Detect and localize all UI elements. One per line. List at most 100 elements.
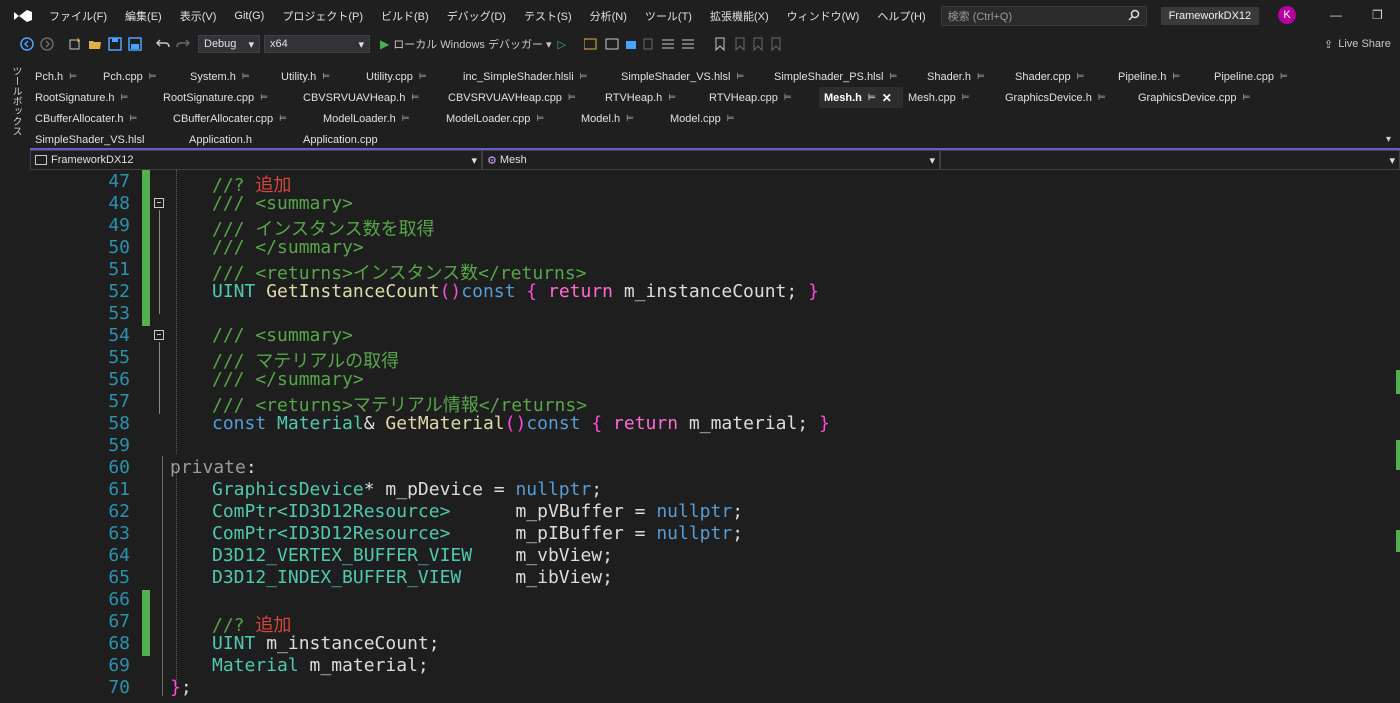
pin-icon[interactable]: ⊨ (626, 113, 634, 124)
pin-icon[interactable]: ⊨ (580, 71, 588, 82)
avatar[interactable]: K (1278, 6, 1296, 24)
menu-help[interactable]: ヘルプ(H) (868, 8, 934, 24)
pin-icon[interactable]: ⊨ (129, 113, 137, 124)
tab-cbvsrvuavheap-h[interactable]: CBVSRVUAVHeap.h ⊨ (298, 87, 443, 108)
pin-icon[interactable]: ⊨ (736, 71, 744, 82)
code-editor[interactable]: 47 48 49 50 51 52 53 54 55 56 57 58 59 6… (30, 170, 1398, 703)
pin-icon[interactable]: ⊨ (784, 92, 792, 103)
minimize-button[interactable]: — (1330, 8, 1342, 22)
pin-icon[interactable]: ⊨ (1242, 92, 1250, 103)
tab-cbufferallocater-cpp[interactable]: CBufferAllocater.cpp ⊨ (168, 108, 318, 129)
pin-icon[interactable]: ⊨ (279, 113, 287, 124)
pin-icon[interactable]: ⊨ (868, 92, 876, 103)
pin-icon[interactable]: ⊨ (402, 113, 410, 124)
menu-edit[interactable]: 編集(E) (116, 8, 171, 24)
menu-project[interactable]: プロジェクト(P) (273, 8, 372, 24)
pin-icon[interactable]: ⊨ (1077, 71, 1085, 82)
pin-icon[interactable]: ⊨ (1280, 71, 1288, 82)
save-icon[interactable] (108, 37, 122, 51)
menu-analyze[interactable]: 分析(N) (581, 8, 636, 24)
undo-icon[interactable] (156, 37, 170, 51)
menu-git[interactable]: Git(G) (225, 10, 273, 22)
pin-icon[interactable]: ⊨ (668, 92, 676, 103)
platform-select[interactable]: x64 ▾ (264, 35, 370, 53)
menu-window[interactable]: ウィンドウ(W) (778, 8, 869, 24)
pin-icon[interactable]: ⊨ (411, 92, 419, 103)
close-icon[interactable]: ✕ (882, 91, 892, 105)
tab-utility-h[interactable]: Utility.h ⊨ (276, 66, 361, 87)
tab-model-cpp[interactable]: Model.cpp ⊨ (665, 108, 765, 129)
search-input[interactable]: 検索 (Ctrl+Q) (940, 6, 1147, 26)
tab-modelloader-cpp[interactable]: ModelLoader.cpp ⊨ (441, 108, 576, 129)
tab-simpleshader-ps[interactable]: SimpleShader_PS.hlsl ⊨ (769, 66, 922, 87)
open-folder-icon[interactable] (88, 37, 102, 51)
restore-button[interactable]: ❐ (1372, 8, 1383, 22)
pin-icon[interactable]: ⊨ (149, 71, 157, 82)
tab-pch-cpp[interactable]: Pch.cpp ⊨ (98, 66, 185, 87)
tab-shader-h[interactable]: Shader.h ⊨ (922, 66, 1010, 87)
pin-icon[interactable]: ⊨ (889, 71, 897, 82)
pin-icon[interactable]: ⊨ (1172, 71, 1180, 82)
pin-icon[interactable]: ⊨ (536, 113, 544, 124)
tab-overflow-chevron-icon[interactable]: ▾ (1386, 134, 1391, 145)
scope-select[interactable]: ⚙ Mesh ▾ (482, 150, 940, 170)
forward-icon[interactable] (40, 37, 54, 51)
member-select[interactable]: ▾ (940, 150, 1400, 170)
pin-icon[interactable]: ⊨ (1098, 92, 1106, 103)
vertical-scrollbar[interactable] (1396, 170, 1400, 703)
tab-rootsignature-cpp[interactable]: RootSignature.cpp ⊨ (158, 87, 298, 108)
tab-pch-h[interactable]: Pch.h ⊨ (30, 66, 98, 87)
back-icon[interactable] (20, 37, 34, 51)
toolbox-tab[interactable]: ツールボックス (8, 66, 23, 136)
pin-icon[interactable]: ⊨ (568, 92, 576, 103)
menu-build[interactable]: ビルド(B) (372, 8, 438, 24)
pin-icon[interactable]: ⊨ (727, 113, 735, 124)
tab-shader-cpp[interactable]: Shader.cpp ⊨ (1010, 66, 1113, 87)
tab-mesh-h[interactable]: Mesh.h ⊨ ✕ (819, 87, 903, 108)
menu-extensions[interactable]: 拡張機能(X) (701, 8, 778, 24)
live-share-button[interactable]: ⇪ Live Share (1324, 38, 1391, 51)
menu-debug[interactable]: デバッグ(D) (438, 8, 515, 24)
menu-tools[interactable]: ツール(T) (636, 8, 701, 24)
collapse-icon[interactable] (154, 198, 164, 208)
pin-icon[interactable]: ⊨ (121, 92, 129, 103)
toolbar-icon-group[interactable] (583, 37, 704, 51)
pin-icon[interactable]: ⊨ (962, 92, 970, 103)
menu-file[interactable]: ファイル(F) (40, 8, 116, 24)
pin-icon[interactable]: ⊨ (242, 71, 250, 82)
tab-graphicsdevice-cpp[interactable]: GraphicsDevice.cpp ⊨ (1133, 87, 1278, 108)
collapse-icon[interactable] (154, 330, 164, 340)
tab-cbvsrvuavheap-cpp[interactable]: CBVSRVUAVHeap.cpp ⊨ (443, 87, 600, 108)
pin-icon[interactable]: ⊨ (977, 71, 985, 82)
new-project-icon[interactable] (68, 37, 82, 51)
tab-mesh-cpp[interactable]: Mesh.cpp ⊨ (903, 87, 1000, 108)
tab-pipeline-h[interactable]: Pipeline.h ⊨ (1113, 66, 1209, 87)
visual-studio-logo-icon[interactable] (12, 7, 34, 25)
tab-rootsignature-h[interactable]: RootSignature.h ⊨ (30, 87, 158, 108)
tab-rtvheap-cpp[interactable]: RTVHeap.cpp ⊨ (704, 87, 819, 108)
project-select[interactable]: FrameworkDX12 ▾ (30, 150, 482, 170)
redo-icon[interactable] (176, 37, 190, 51)
tab-application-h[interactable]: Application.h (184, 129, 298, 150)
menu-test[interactable]: テスト(S) (515, 8, 581, 24)
tab-rtvheap-h[interactable]: RTVHeap.h ⊨ (600, 87, 704, 108)
pin-icon[interactable]: ⊨ (322, 71, 330, 82)
pin-icon[interactable]: ⊨ (69, 71, 77, 82)
tab-cbufferallocater-h[interactable]: CBufferAllocater.h ⊨ (30, 108, 168, 129)
tab-model-h[interactable]: Model.h ⊨ (576, 108, 665, 129)
tab-utility-cpp[interactable]: Utility.cpp ⊨ (361, 66, 458, 87)
tab-simpleshader-vs[interactable]: SimpleShader_VS.hlsl ⊨ (616, 66, 769, 87)
tab-simpleshader-vs-preview[interactable]: SimpleShader_VS.hlsl (30, 129, 184, 150)
configuration-select[interactable]: Debug ▾ (198, 35, 260, 53)
tab-modelloader-h[interactable]: ModelLoader.h ⊨ (318, 108, 441, 129)
start-without-debugging-icon[interactable]: ▷ (558, 38, 566, 51)
tab-system-h[interactable]: System.h ⊨ (185, 66, 276, 87)
save-all-icon[interactable] (128, 37, 142, 51)
tab-graphicsdevice-h[interactable]: GraphicsDevice.h ⊨ (1000, 87, 1133, 108)
run-button[interactable]: ▶ ローカル Windows デバッガー ▾ (380, 36, 552, 52)
pin-icon[interactable]: ⊨ (260, 92, 268, 103)
tab-inc-simpleshader[interactable]: inc_SimpleShader.hlsli ⊨ (458, 66, 616, 87)
bookmark-icon-group[interactable] (714, 37, 794, 51)
tab-application-cpp[interactable]: Application.cpp (298, 129, 418, 150)
pin-icon[interactable]: ⊨ (419, 71, 427, 82)
